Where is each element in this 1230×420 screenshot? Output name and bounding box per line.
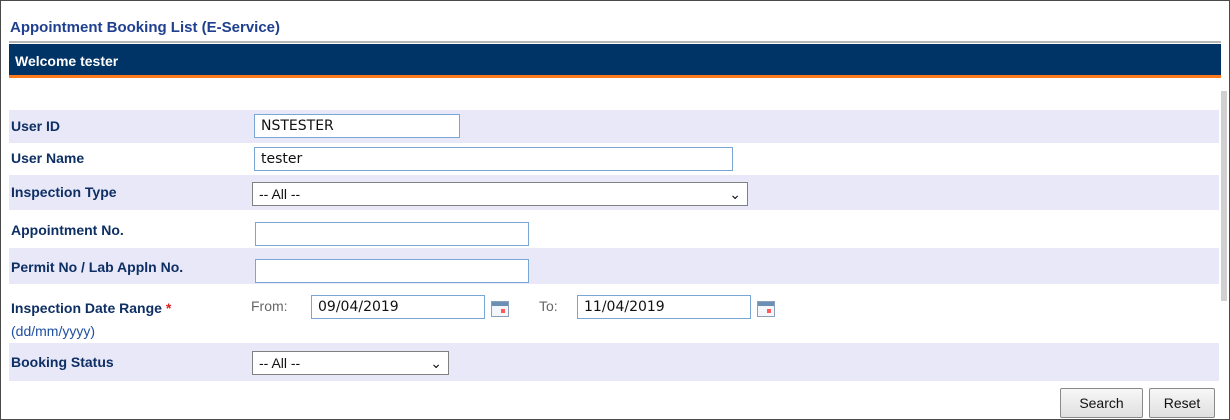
inspection-date-range-text: Inspection Date Range [11, 300, 162, 316]
inspection-date-range-label: Inspection Date Range * [11, 300, 171, 316]
calendar-icon[interactable] [757, 301, 775, 317]
to-date-input[interactable]: 11/04/2019 [577, 295, 751, 319]
appointment-no-label: Appointment No. [11, 222, 124, 238]
chevron-down-icon: ⌄ [430, 355, 442, 371]
page-frame: Appointment Booking List (E-Service) Wel… [0, 0, 1230, 420]
from-date-value: 09/04/2019 [318, 299, 399, 315]
inspection-type-label: Inspection Type [11, 184, 117, 200]
chevron-down-icon: ⌄ [729, 186, 741, 202]
to-label: To: [539, 298, 558, 314]
user-id-input[interactable]: NSTESTER [254, 114, 460, 138]
row-booking-status: Booking Status -- All -- ⌄ [9, 343, 1219, 381]
appointment-no-input[interactable] [255, 222, 529, 246]
user-id-value: NSTESTER [261, 118, 334, 134]
from-label: From: [251, 298, 288, 314]
page-title: Appointment Booking List (E-Service) [10, 19, 281, 36]
user-name-value: tester [261, 151, 303, 167]
inspection-type-select[interactable]: -- All -- ⌄ [252, 182, 748, 206]
from-date-input[interactable]: 09/04/2019 [311, 295, 485, 319]
reset-button[interactable]: Reset [1149, 388, 1215, 418]
permit-no-label: Permit No / Lab Appln No. [11, 259, 184, 275]
booking-status-select[interactable]: -- All -- ⌄ [252, 351, 449, 375]
calendar-icon[interactable] [491, 301, 509, 317]
user-name-input[interactable]: tester [254, 147, 733, 171]
vertical-scrollbar[interactable] [1221, 91, 1227, 301]
row-appointment-no: Appointment No. [9, 210, 1219, 248]
title-divider [9, 41, 1221, 43]
welcome-bar: Welcome tester [9, 44, 1221, 78]
row-inspection-type: Inspection Type -- All -- ⌄ [9, 175, 1219, 210]
required-asterisk: * [165, 300, 172, 316]
inspection-type-selected: -- All -- [259, 186, 301, 202]
booking-status-selected: -- All -- [259, 355, 301, 371]
row-permit-no: Permit No / Lab Appln No. [9, 248, 1219, 284]
row-user-id: User ID NSTESTER [9, 110, 1219, 143]
welcome-text: Welcome tester [15, 53, 119, 69]
to-date-value: 11/04/2019 [584, 299, 665, 315]
row-user-name: User Name tester [9, 143, 1219, 175]
booking-status-label: Booking Status [11, 354, 114, 370]
permit-no-input[interactable] [255, 259, 529, 283]
user-id-label: User ID [11, 118, 61, 134]
date-format-hint: (dd/mm/yyyy) [11, 323, 95, 339]
search-button[interactable]: Search [1060, 388, 1143, 418]
row-inspection-date-range: Inspection Date Range * (dd/mm/yyyy) From… [9, 284, 1219, 343]
user-name-label: User Name [11, 150, 85, 166]
